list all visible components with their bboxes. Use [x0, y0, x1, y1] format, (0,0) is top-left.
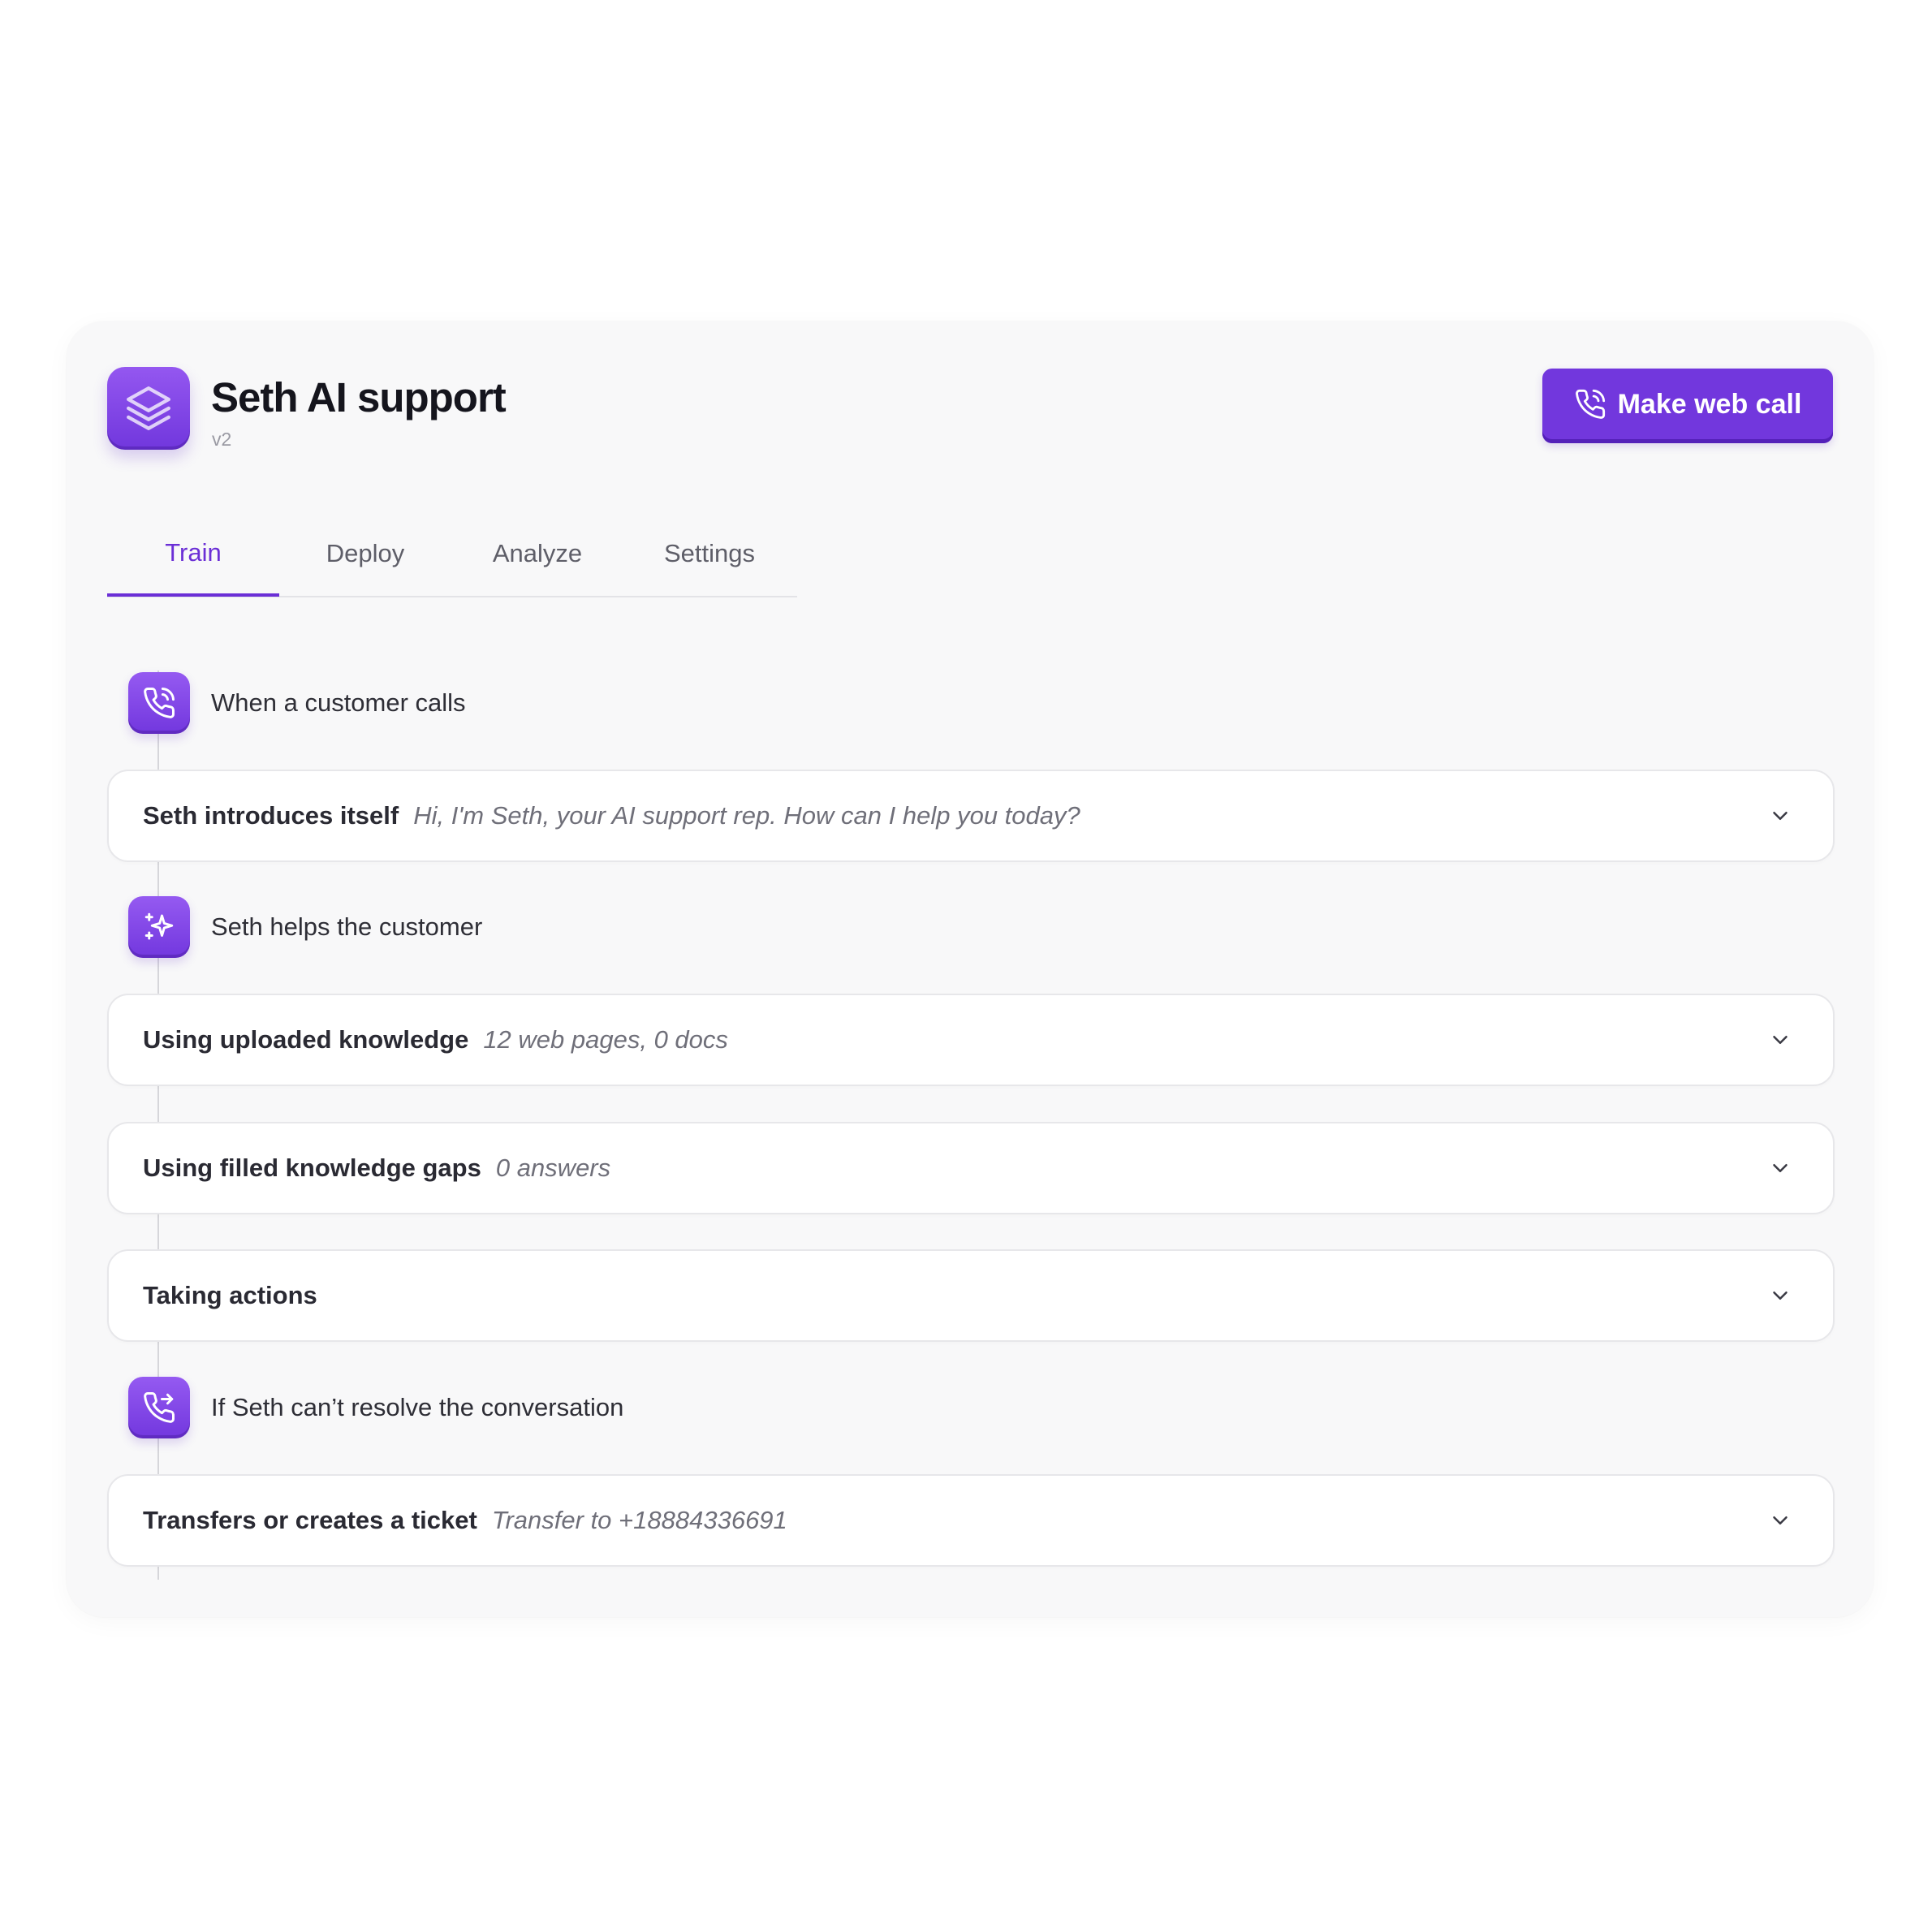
tab-train[interactable]: Train — [107, 511, 279, 597]
card-taking-actions[interactable]: Taking actions — [107, 1249, 1835, 1342]
phone-call-icon — [144, 688, 175, 718]
tab-bar: Train Deploy Analyze Settings — [107, 511, 797, 597]
card-subtitle: 12 web pages, 0 docs — [483, 1025, 728, 1054]
make-web-call-label: Make web call — [1617, 388, 1802, 420]
layers-icon — [127, 386, 170, 430]
step-helps-customer: Seth helps the customer — [128, 896, 482, 958]
card-title: Seth introduces itself — [143, 801, 399, 830]
card-subtitle: 0 answers — [495, 1154, 611, 1182]
card-title: Taking actions — [143, 1281, 317, 1309]
tab-settings[interactable]: Settings — [623, 511, 796, 596]
chevron-down-icon[interactable] — [1766, 1507, 1794, 1534]
card-introduces-itself[interactable]: Seth introduces itself Hi, I'm Seth, you… — [107, 770, 1835, 862]
step-icon-badge — [128, 672, 190, 734]
card-title: Using filled knowledge gaps — [143, 1154, 481, 1182]
card-uploaded-knowledge[interactable]: Using uploaded knowledge 12 web pages, 0… — [107, 994, 1835, 1086]
tab-analyze[interactable]: Analyze — [451, 511, 623, 596]
card-title: Using uploaded knowledge — [143, 1025, 469, 1054]
chevron-down-icon[interactable] — [1766, 1154, 1794, 1182]
phone-forward-icon — [144, 1392, 175, 1423]
card-subtitle: Hi, I'm Seth, your AI support rep. How c… — [413, 801, 1080, 830]
chevron-down-icon[interactable] — [1766, 1026, 1794, 1054]
header: Seth AI support v2 Make web call — [107, 367, 1833, 456]
step-label: Seth helps the customer — [211, 912, 483, 941]
card-transfers-ticket[interactable]: Transfers or creates a ticket Transfer t… — [107, 1474, 1835, 1567]
app-logo — [107, 367, 190, 450]
step-icon-badge — [128, 1377, 190, 1438]
version-label: v2 — [212, 429, 232, 450]
tab-deploy[interactable]: Deploy — [279, 511, 451, 596]
page-title: Seth AI support — [211, 374, 507, 420]
chevron-down-icon[interactable] — [1766, 802, 1794, 830]
card-knowledge-gaps[interactable]: Using filled knowledge gaps 0 answers — [107, 1122, 1835, 1214]
phone-call-icon — [1575, 389, 1605, 419]
step-cant-resolve: If Seth can’t resolve the conversation — [128, 1377, 623, 1438]
chevron-down-icon[interactable] — [1766, 1282, 1794, 1309]
step-icon-badge — [128, 896, 190, 958]
card-title: Transfers or creates a ticket — [143, 1506, 477, 1534]
step-customer-calls: When a customer calls — [128, 672, 466, 734]
sparkles-icon — [144, 912, 174, 940]
step-label: If Seth can’t resolve the conversation — [211, 1393, 624, 1421]
step-label: When a customer calls — [211, 688, 466, 717]
make-web-call-button[interactable]: Make web call — [1542, 369, 1833, 443]
agent-panel: Seth AI support v2 Make web call Train D… — [67, 321, 1874, 1617]
card-subtitle: Transfer to +18884336691 — [491, 1506, 787, 1534]
